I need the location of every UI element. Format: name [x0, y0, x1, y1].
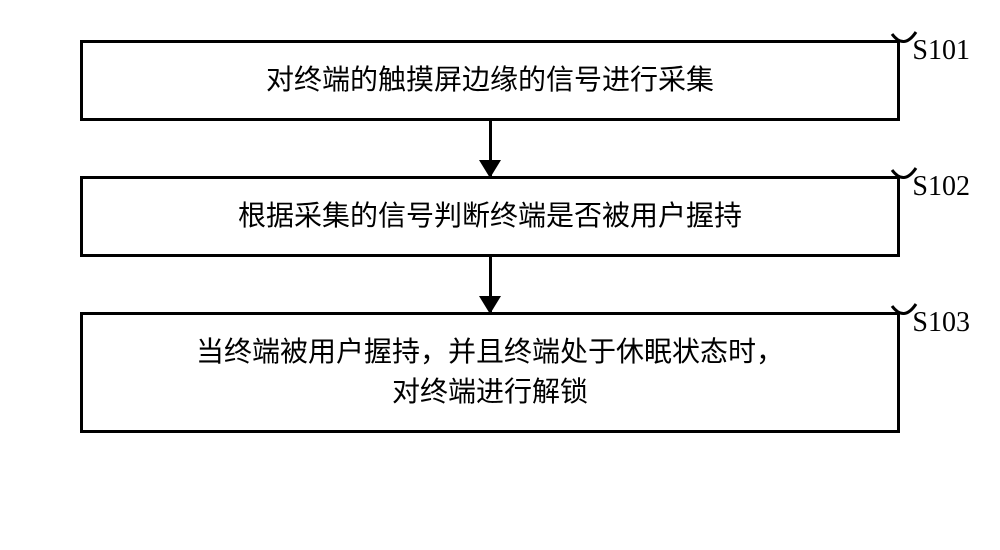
step-2-box: 根据采集的信号判断终端是否被用户握持 — [80, 176, 900, 257]
step-1-text: 对终端的触摸屏边缘的信号进行采集 — [266, 65, 714, 96]
step-2-text: 根据采集的信号判断终端是否被用户握持 — [238, 201, 742, 232]
step-3-box: 当终端被用户握持，并且终端处于休眠状态时， 对终端进行解锁 — [80, 312, 900, 432]
flowchart: 对终端的触摸屏边缘的信号进行采集 S101 根据采集的信号判断终端是否被用户握持… — [80, 40, 900, 433]
arrow-2 — [489, 257, 492, 312]
step-3-line1: 当终端被用户握持，并且终端处于休眠状态时， — [196, 337, 784, 368]
step-3-wrap: 当终端被用户握持，并且终端处于休眠状态时， 对终端进行解锁 S103 — [80, 312, 900, 432]
arrow-1 — [489, 121, 492, 176]
step-3-line2: 对终端进行解锁 — [392, 377, 588, 408]
step-1-tag: S101 — [912, 35, 970, 67]
step-2-wrap: 根据采集的信号判断终端是否被用户握持 S102 — [80, 176, 900, 257]
step-1-wrap: 对终端的触摸屏边缘的信号进行采集 S101 — [80, 40, 900, 121]
step-1-box: 对终端的触摸屏边缘的信号进行采集 — [80, 40, 900, 121]
step-2-tag: S102 — [912, 171, 970, 203]
step-3-tag: S103 — [912, 307, 970, 339]
